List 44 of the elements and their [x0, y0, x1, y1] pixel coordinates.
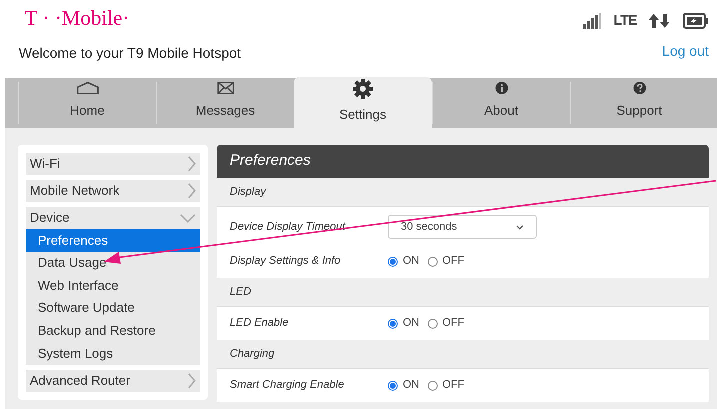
submenu-item[interactable]: Preferences [26, 229, 200, 252]
nav-tab[interactable]: Settings [294, 77, 432, 128]
setting-label: LED Enable [230, 316, 290, 332]
sidebar-item[interactable]: Wi-Fi [26, 153, 200, 175]
radio-button[interactable] [428, 256, 438, 266]
logout-link[interactable]: Log out [662, 41, 709, 62]
gear-icon [353, 78, 373, 98]
nav-tab[interactable]: Support [570, 82, 708, 124]
sidebar-item[interactable]: Mobile Network [26, 180, 200, 202]
radio-option[interactable]: OFF [428, 253, 464, 270]
welcome-text: Welcome to your T9 Mobile Hotspot [19, 44, 242, 63]
radio-button[interactable] [388, 256, 398, 266]
brand-logo: T · ·Mobile· [25, 5, 131, 32]
radio-option[interactable]: OFF [428, 377, 464, 394]
radio-button[interactable] [428, 380, 438, 390]
submenu-item[interactable]: Web Interface [26, 274, 200, 297]
nav-tab[interactable]: Home [18, 82, 156, 124]
nav-tab[interactable]: About [432, 82, 570, 124]
up-down-arrows-icon [649, 14, 671, 28]
radio-button[interactable] [388, 318, 398, 328]
radio-option[interactable]: ON [388, 315, 420, 332]
radio-option[interactable]: ON [388, 253, 420, 270]
chevron-right-icon [188, 183, 196, 199]
chevron-down-icon [180, 214, 196, 222]
chevron-right-icon [188, 156, 196, 172]
setting-label: Smart Charging Enable [230, 378, 346, 394]
signal-icon [582, 12, 602, 28]
radio-option[interactable]: OFF [428, 315, 464, 332]
submenu-item[interactable]: System Logs [26, 342, 200, 365]
sidebar-item[interactable]: Advanced Router [26, 370, 200, 392]
sidebar-item[interactable]: Device [26, 207, 200, 229]
battery-icon [683, 12, 709, 28]
panel-title: Preferences [217, 145, 709, 178]
chevron-right-icon [188, 372, 196, 389]
radio-option[interactable]: ON [388, 377, 420, 394]
timeout-dropdown[interactable]: 30 seconds [388, 215, 537, 239]
radio-button[interactable] [388, 380, 398, 390]
submenu-item[interactable]: Backup and Restore [26, 319, 200, 342]
setting-label: Display Settings & Info [230, 254, 342, 270]
submenu-item[interactable]: Data Usage [26, 252, 200, 274]
network-type: LTE [614, 11, 637, 30]
radio-button[interactable] [428, 318, 438, 328]
caret-icon [516, 224, 524, 230]
submenu-item[interactable]: Software Update [26, 296, 200, 320]
